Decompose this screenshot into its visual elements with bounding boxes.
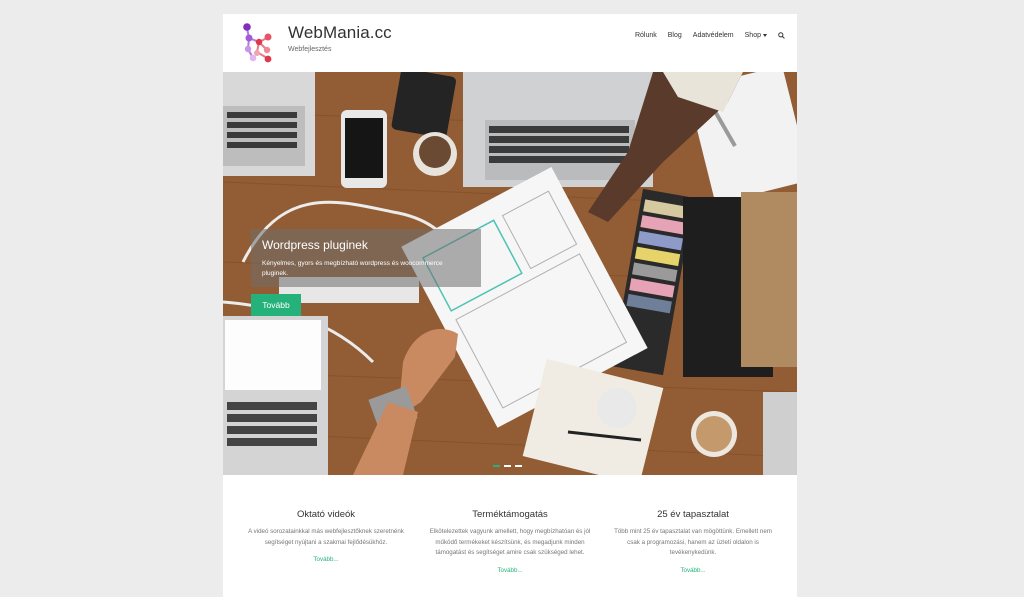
site-title[interactable]: WebMania.cc	[288, 23, 392, 43]
feature-more-link[interactable]: Tovább...	[497, 567, 522, 574]
main-nav: Rólunk Blog Adatvédelem Shop	[635, 32, 785, 39]
slider-dot-2[interactable]	[504, 465, 511, 467]
feature-title: 25 év tapasztalat	[657, 509, 729, 520]
chevron-down-icon	[763, 33, 767, 37]
search-icon[interactable]	[778, 32, 785, 39]
site-tagline: Webfejlesztés	[288, 46, 332, 53]
slider-dots	[493, 465, 522, 467]
slide-caption: Wordpress pluginek Kényelmes, gyors és m…	[251, 229, 481, 287]
feature-title: Oktató videók	[296, 509, 356, 520]
feature-text: A videó sorozatainkkal más webfejlesztők…	[248, 528, 404, 546]
slide-title: Wordpress pluginek	[262, 238, 368, 252]
features-section: Oktató videók A videó sorozatainkkal más…	[223, 475, 797, 597]
feature-more-link[interactable]: Tovább...	[313, 556, 338, 563]
feature-more-link[interactable]: Tovább...	[680, 567, 705, 574]
hero-slider: Wordpress pluginek Kényelmes, gyors és m…	[223, 72, 797, 475]
nav-item-blog[interactable]: Blog	[668, 32, 682, 39]
logo-icon[interactable]	[239, 22, 275, 64]
slider-dot-3[interactable]	[515, 465, 522, 467]
feature-text: Elkötelezettek vagyunk amellett, hogy me…	[429, 528, 591, 556]
slide-text: Kényelmes, gyors és megbízható wordpress…	[262, 260, 443, 277]
nav-item-shop[interactable]: Shop	[745, 32, 767, 39]
nav-item-rolunk[interactable]: Rólunk	[635, 32, 657, 39]
slider-dot-1[interactable]	[493, 465, 500, 467]
slide-more-button[interactable]: Tovább	[251, 294, 301, 316]
page: WebMania.cc Webfejlesztés Rólunk Blog Ad…	[223, 14, 797, 597]
site-header: WebMania.cc Webfejlesztés Rólunk Blog Ad…	[223, 14, 797, 72]
feature-oktato-videok: Oktató videók A videó sorozatainkkal más…	[241, 509, 411, 566]
feature-termektamogatas: Terméktámogatás Elkötelezettek vagyunk a…	[425, 509, 595, 577]
feature-title: Terméktámogatás	[472, 509, 548, 520]
feature-text: Több mint 25 év tapasztalat van mögöttün…	[614, 528, 772, 556]
nav-item-shop-label: Shop	[744, 32, 761, 39]
feature-25-ev-tapasztalat: 25 év tapasztalat Több mint 25 év tapasz…	[608, 509, 778, 577]
nav-item-adatvedelem[interactable]: Adatvédelem	[693, 32, 734, 39]
